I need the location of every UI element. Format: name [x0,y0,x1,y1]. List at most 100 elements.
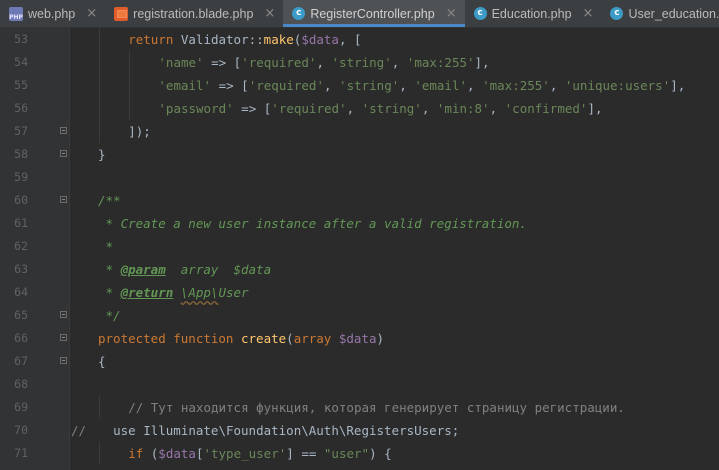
line-number: 59 [14,170,28,184]
code-token: @return [120,285,174,300]
code-line[interactable]: 61 * Create a new user instance after a … [0,212,719,235]
blade-file-icon [114,6,129,21]
code-token: return [128,32,181,47]
code-text: use Illuminate\Foundation\Auth\Registers… [113,419,459,442]
line-number: 56 [14,101,28,115]
code-line[interactable]: 66 protected function create(array $data) [0,327,719,350]
code-token: ] == [286,446,324,461]
code-token: => [ [233,101,272,116]
code-token: protected function [98,331,241,346]
tab-label: Education.php [491,6,572,21]
code-line[interactable]: 57]); [0,120,719,143]
code-token: , [421,101,437,116]
code-text: * @return \App\User [98,281,249,304]
code-token: , [489,101,505,116]
code-token: 'required' [248,78,324,93]
line-number: 63 [14,262,28,276]
tab-label: User_education.php [628,6,719,21]
close-icon[interactable]: × [446,6,457,21]
tab-label: registration.blade.php [133,6,254,21]
code-token: 'name' [158,55,204,70]
code-text: /** [98,189,121,212]
code-line[interactable]: 68 [0,373,719,396]
close-icon[interactable]: × [264,6,275,21]
code-line[interactable]: 53 return Validator::make($data, [ [0,28,719,51]
code-token: // Тут находится функция, которая генери… [128,400,625,415]
code-line[interactable]: 58} [0,143,719,166]
fold-marker-icon[interactable] [60,150,67,157]
code-token: \App\ [180,285,219,300]
fold-marker-icon[interactable] [60,334,67,341]
code-text: */ [98,304,121,327]
code-line[interactable]: 62 * [0,235,719,258]
code-token: ) { [369,446,392,461]
indent-guide [99,97,100,120]
tab-registration-blade-php[interactable]: registration.blade.php × [105,0,283,27]
code-line[interactable]: 70 // use Illuminate\Foundation\Auth\Regis… [0,419,719,442]
code-token: , [391,55,407,70]
code-token: array [293,331,339,346]
fold-marker-icon[interactable] [60,127,67,134]
fold-marker-icon[interactable] [60,357,67,364]
code-token: 'email' [414,78,468,93]
code-token: /** [98,193,121,208]
code-token: 'min:8' [436,101,490,116]
line-comment-prefix: // [71,423,87,438]
line-number: 68 [14,377,28,391]
code-token: $data [158,446,196,461]
code-token: 'email' [158,78,212,93]
code-text: 'email' => ['required', 'string', 'email… [158,74,685,97]
line-number: 69 [14,400,28,414]
code-token: $data [338,331,377,346]
code-token: 'required' [271,101,347,116]
tab-label: RegisterController.php [310,6,435,21]
close-icon[interactable]: × [86,6,97,21]
code-token: 'string' [331,55,392,70]
code-token: ( [286,331,294,346]
code-line[interactable]: 69 // Тут находится функция, которая гене… [0,396,719,419]
code-token: User [218,285,249,300]
class-file-icon: c [610,7,624,20]
line-number: 57 [14,124,28,138]
tab-web-php[interactable]: web.php × [0,0,105,27]
code-line[interactable]: 55 'email' => ['required', 'string', 'ema… [0,74,719,97]
code-line[interactable]: 60 /** [0,189,719,212]
code-line[interactable]: 63 * @param array $data [0,258,719,281]
code-token: , [399,78,415,93]
fold-marker-icon[interactable] [60,196,67,203]
code-token: * [98,285,121,300]
code-token: , [467,78,483,93]
tab-registercontroller-php[interactable]: c RegisterController.php × [283,0,465,27]
code-editor[interactable]: 53 return Validator::make($data, [54'name… [0,28,719,470]
code-token: ) [376,331,385,346]
code-token: , [316,55,332,70]
code-text: 'name' => ['required', 'string', 'max:25… [158,51,489,74]
line-number: 70 [14,423,28,437]
code-line[interactable]: 56 'password' => ['required', 'string', '… [0,97,719,120]
code-token: , [549,78,565,93]
code-line[interactable]: 71 if ($data['type_user'] == "user") { [0,442,719,465]
tab-education-php[interactable]: c Education.php × [465,0,602,27]
fold-marker-icon[interactable] [60,311,67,318]
code-token: } [98,147,106,162]
code-text: // Тут находится функция, которая генери… [128,396,625,419]
close-icon[interactable]: × [583,6,594,21]
indent-guide [129,51,131,74]
code-token: "user" [323,446,370,461]
code-token: * Create a new user instance after a val… [98,216,527,231]
indent-guide [99,396,100,419]
code-line[interactable]: 59 [0,166,719,189]
code-token: create [241,331,287,346]
code-line[interactable]: 65 */ [0,304,719,327]
code-token: Validator:: [180,32,264,47]
code-line[interactable]: 54 'name' => ['required', 'string', 'max:… [0,51,719,74]
code-token: make [263,32,294,47]
code-line[interactable]: 64 * @return \App\User [0,281,719,304]
indent-guide [99,28,100,51]
code-token: 'password' [158,101,234,116]
code-token: { [98,354,106,369]
tab-user-education-php[interactable]: cUser_education.php× [601,0,719,27]
code-token: 'required' [241,55,317,70]
code-line[interactable]: 67 { [0,350,719,373]
